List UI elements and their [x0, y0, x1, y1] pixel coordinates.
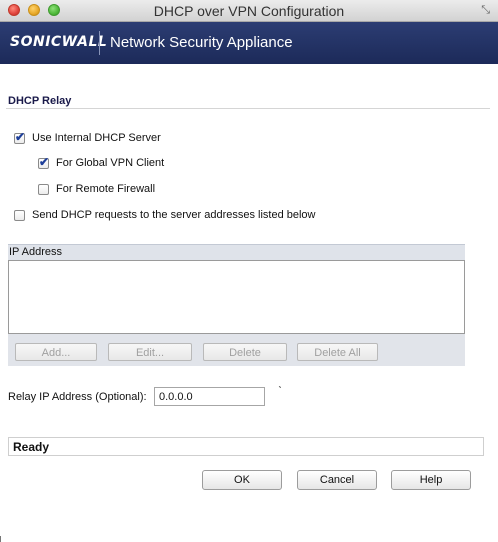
send-dhcp-requests-option[interactable]: Send DHCP requests to the server address… [14, 209, 316, 221]
window-title: DHCP over VPN Configuration [153, 3, 345, 19]
relay-ip-input[interactable]: 0.0.0.0 [154, 387, 265, 406]
cancel-button[interactable]: Cancel [297, 470, 377, 490]
ip-address-list[interactable] [8, 260, 465, 334]
global-vpn-client-label: For Global VPN Client [56, 157, 165, 169]
sonicwall-logo: SONICWALL [10, 34, 108, 50]
use-internal-dhcp-label: Use Internal DHCP Server [32, 132, 161, 144]
delete-ip-button[interactable]: Delete [203, 343, 287, 361]
section-title: DHCP Relay [8, 95, 72, 107]
window-edge-mark [0, 536, 1, 542]
fullscreen-icon[interactable]: ⤡ [481, 4, 490, 17]
ip-address-column-header[interactable]: IP Address [8, 244, 465, 260]
remote-firewall-option[interactable]: For Remote Firewall [38, 183, 155, 195]
global-vpn-client-checkbox[interactable] [38, 155, 49, 169]
add-ip-button[interactable]: Add... [15, 343, 97, 361]
send-dhcp-requests-label: Send DHCP requests to the server address… [32, 209, 316, 221]
section-divider [6, 108, 490, 109]
status-bar: Ready [8, 437, 484, 456]
remote-firewall-label: For Remote Firewall [56, 183, 156, 195]
remote-firewall-checkbox[interactable] [38, 183, 49, 195]
help-button[interactable]: Help [391, 470, 471, 490]
ok-button[interactable]: OK [202, 470, 282, 490]
cursor-mark: ˋ [278, 384, 282, 398]
global-vpn-client-option[interactable]: For Global VPN Client [38, 155, 165, 169]
window-titlebar: DHCP over VPN Configuration ⤡ [0, 0, 498, 22]
send-dhcp-requests-checkbox[interactable] [14, 209, 25, 221]
use-internal-dhcp-option[interactable]: Use Internal DHCP Server [14, 130, 161, 144]
edit-ip-button[interactable]: Edit... [108, 343, 192, 361]
banner-divider [99, 31, 100, 55]
delete-all-ip-button[interactable]: Delete All [297, 343, 378, 361]
product-title: Network Security Appliance [110, 34, 293, 51]
relay-ip-label: Relay IP Address (Optional): [8, 391, 147, 403]
use-internal-dhcp-checkbox[interactable] [14, 130, 25, 144]
header-banner: SONICWALL Network Security Appliance [0, 22, 498, 64]
